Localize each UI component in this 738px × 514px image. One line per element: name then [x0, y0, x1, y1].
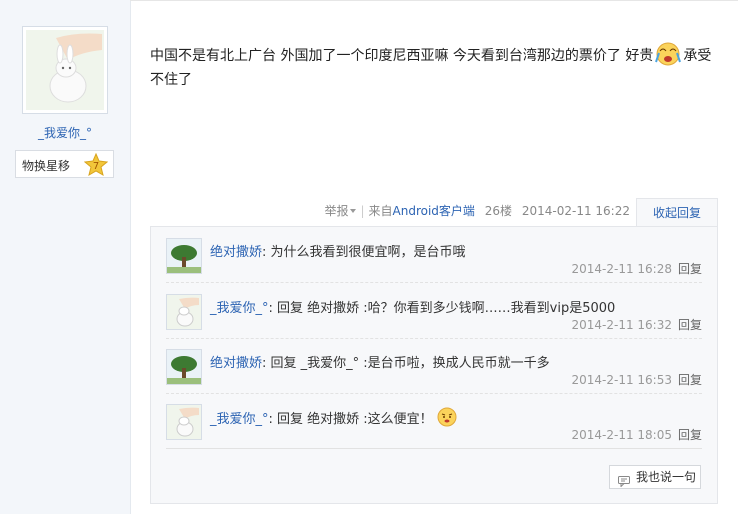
comment-body: 回复 _我爱你_° :是台币啦，换成人民币就一千多: [270, 356, 550, 371]
comments-panel: 绝对撒娇: 为什么我看到很便宜啊，是台币哦 2014-2-11 16:28 回复 …: [150, 226, 718, 504]
comment-text: 绝对撒娇: 回复 _我爱你_° :是台币啦，换成人民币就一千多: [210, 356, 550, 371]
comment-author[interactable]: 绝对撒娇: [210, 356, 262, 371]
comment-body: 回复 绝对撒娇 :哈？你看到多少钱啊……我看到vip是5000: [277, 301, 616, 316]
reply-button[interactable]: 回复: [678, 373, 702, 387]
post-datetime: 2014-02-11 16:22: [521, 204, 630, 218]
comment-author[interactable]: _我爱你_°: [210, 301, 269, 316]
source-link[interactable]: Android客户端: [393, 204, 475, 218]
meta-separator: |: [360, 204, 365, 218]
comment-meta: 2014-2-11 16:28 回复: [571, 260, 702, 277]
comment-item: 绝对撒娇: 回复 _我爱你_° :是台币啦，换成人民币就一千多 2014-2-1…: [166, 338, 702, 394]
author-username[interactable]: _我爱你_°: [0, 124, 130, 141]
comment-item: _我爱你_°: 回复 绝对撒娇 :这么便宜！ 2014-2-11 18:05 回复: [166, 393, 702, 449]
badge-level: 7: [93, 161, 99, 172]
top-divider: [130, 0, 738, 7]
comment-item: _我爱你_°: 回复 绝对撒娇 :哈？你看到多少钱啊……我看到vip是5000 …: [166, 283, 702, 339]
comment-body: 回复 绝对撒娇 :这么便宜！: [277, 412, 433, 427]
report-button[interactable]: 举报: [324, 204, 348, 218]
crying-emoticon: [653, 40, 683, 66]
comment-meta: 2014-2-11 16:53 回复: [571, 371, 702, 388]
reply-button[interactable]: 回复: [678, 262, 702, 276]
comment-body: 为什么我看到很便宜啊，是台币哦: [270, 245, 466, 260]
level-star-icon: 7: [83, 152, 109, 180]
commenter-avatar[interactable]: [166, 238, 202, 274]
collapse-replies-button[interactable]: 收起回复: [636, 198, 718, 226]
comment-text: _我爱你_°: 回复 绝对撒娇 :这么便宜！: [210, 407, 457, 427]
comment-meta: 2014-2-11 16:32 回复: [571, 316, 702, 333]
floor-number: 26楼: [484, 204, 513, 218]
commenter-avatar[interactable]: [166, 349, 202, 385]
comment-time: 2014-2-11 16:32: [571, 318, 672, 332]
author-avatar[interactable]: [22, 26, 108, 114]
comment-text: 绝对撒娇: 为什么我看到很便宜啊，是台币哦: [210, 245, 466, 260]
angry-emoticon: [437, 407, 457, 427]
source-prefix: 来自: [368, 204, 393, 218]
comment-time: 2014-2-11 18:05: [571, 428, 672, 442]
commenter-avatar[interactable]: [166, 404, 202, 440]
badge-label: 物换星移: [22, 159, 71, 173]
member-badge[interactable]: 物换星移 7: [15, 150, 114, 178]
comment-item: 绝对撒娇: 为什么我看到很便宜啊，是台币哦 2014-2-11 16:28 回复: [166, 227, 702, 283]
add-comment-button[interactable]: 我也说一句: [609, 465, 701, 489]
comment-meta: 2014-2-11 18:05 回复: [571, 426, 702, 443]
post-content: 中国不是有北上广台 外国加了一个印度尼西亚嘛 今天看到台湾那边的票价了 好贵 承受…: [150, 40, 720, 92]
comment-text: _我爱你_°: 回复 绝对撒娇 :哈？你看到多少钱啊……我看到vip是5000: [210, 301, 616, 316]
comment-time: 2014-2-11 16:28: [571, 262, 672, 276]
post-meta: 举报 | 来自Android客户端 26楼 2014-02-11 16:22: [324, 202, 630, 219]
comment-author[interactable]: 绝对撒娇: [210, 245, 262, 260]
reply-button[interactable]: 回复: [678, 428, 702, 442]
bunny-avatar-image: [26, 30, 104, 110]
commenter-avatar[interactable]: [166, 294, 202, 330]
speech-icon: [618, 472, 630, 494]
reply-button[interactable]: 回复: [678, 318, 702, 332]
author-sidebar: _我爱你_° 物换星移 7: [0, 0, 131, 514]
comment-author[interactable]: _我爱你_°: [210, 412, 269, 427]
add-comment-label: 我也说一句: [636, 470, 697, 484]
post-text-before: 中国不是有北上广台 外国加了一个印度尼西亚嘛 今天看到台湾那边的票价了 好贵: [150, 48, 654, 64]
report-dropdown-caret-icon[interactable]: [350, 209, 357, 213]
comment-time: 2014-2-11 16:53: [571, 373, 672, 387]
